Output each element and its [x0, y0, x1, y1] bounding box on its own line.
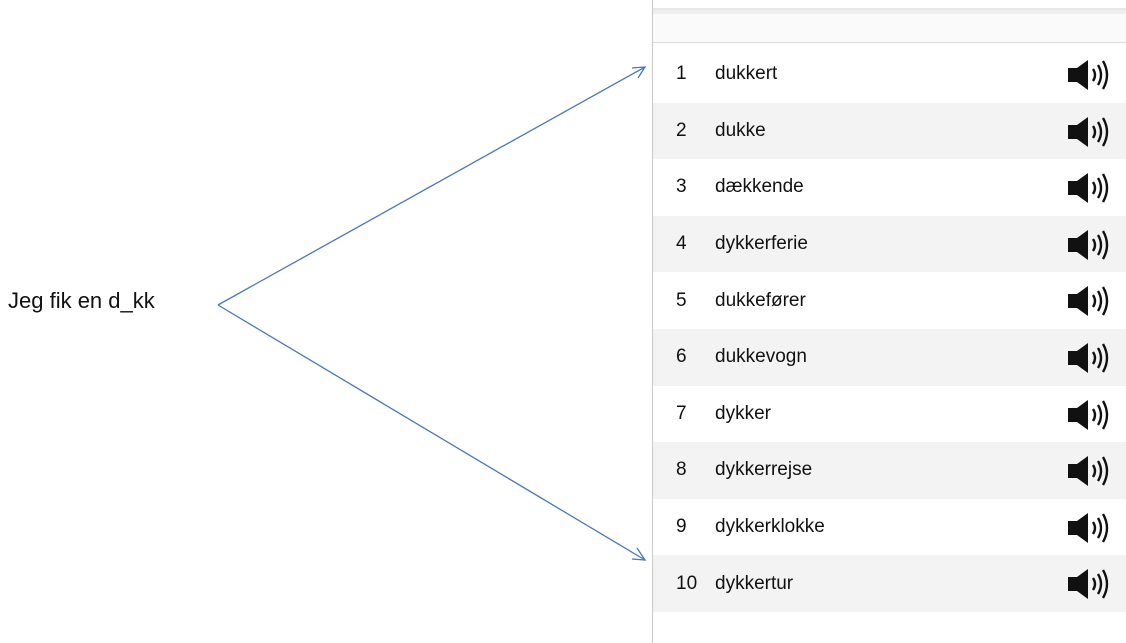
speaker-icon[interactable]: [1066, 454, 1120, 488]
speaker-icon[interactable]: [1066, 115, 1120, 149]
suggestion-row[interactable]: 10 dykkertur: [653, 555, 1126, 612]
speaker-icon[interactable]: [1066, 341, 1120, 375]
suggestion-list: 1 dukkert 2 dukke 3 dækkende 4 dykkerferie 5 dukk…: [653, 46, 1126, 612]
speaker-icon[interactable]: [1066, 171, 1120, 205]
suggestion-row[interactable]: 7 dykker: [653, 386, 1126, 443]
suggestion-word[interactable]: dykkertur: [715, 573, 793, 595]
suggestion-number: 2: [676, 119, 687, 141]
suggestion-row[interactable]: 5 dukkefører: [653, 272, 1126, 329]
suggestion-word[interactable]: dukke: [715, 120, 766, 142]
canvas: Jeg fik en d_kk 1 dukkert 2 dukke 3 dækkende 4…: [0, 0, 1126, 643]
suggestion-word[interactable]: dukkevogn: [715, 346, 807, 368]
speaker-icon[interactable]: [1066, 58, 1120, 92]
suggestion-number: 1: [676, 63, 687, 85]
suggestion-row[interactable]: 1 dukkert: [653, 46, 1126, 103]
suggestion-number: 5: [676, 289, 687, 311]
suggestion-row[interactable]: 3 dækkende: [653, 159, 1126, 216]
panel-header: [653, 14, 1126, 43]
suggestion-number: 4: [676, 233, 687, 255]
suggestion-row[interactable]: 8 dykkerrejse: [653, 442, 1126, 499]
suggestion-word[interactable]: dukkefører: [715, 290, 806, 312]
word-prediction-panel: 1 dukkert 2 dukke 3 dækkende 4 dykkerferie 5 dukk…: [652, 0, 1126, 643]
speaker-icon[interactable]: [1066, 398, 1120, 432]
suggestion-word[interactable]: dækkende: [715, 176, 804, 198]
suggestion-word[interactable]: dykkerklokke: [715, 516, 825, 538]
arrow-line-upper: [217, 66, 646, 306]
suggestion-word[interactable]: dukkert: [715, 63, 777, 85]
suggestion-number: 10: [676, 572, 698, 594]
suggestion-number: 7: [676, 402, 687, 424]
arrow-line-lower: [217, 304, 646, 561]
suggestion-row[interactable]: 2 dukke: [653, 102, 1126, 160]
suggestion-number: 6: [676, 346, 687, 368]
speaker-icon[interactable]: [1066, 511, 1120, 545]
speaker-icon[interactable]: [1066, 228, 1120, 262]
suggestion-word[interactable]: dykker: [715, 403, 771, 425]
suggestion-word[interactable]: dykkerrejse: [715, 459, 812, 481]
suggestion-row[interactable]: 6 dukkevogn: [653, 328, 1126, 386]
suggestion-row[interactable]: 4 dykkerferie: [653, 215, 1126, 273]
suggestion-number: 9: [676, 516, 687, 538]
speaker-icon[interactable]: [1066, 567, 1120, 601]
speaker-icon[interactable]: [1066, 284, 1120, 318]
suggestion-word[interactable]: dykkerferie: [715, 233, 808, 255]
suggestion-number: 3: [676, 176, 687, 198]
suggestion-number: 8: [676, 459, 687, 481]
suggestion-row[interactable]: 9 dykkerklokke: [653, 499, 1126, 556]
